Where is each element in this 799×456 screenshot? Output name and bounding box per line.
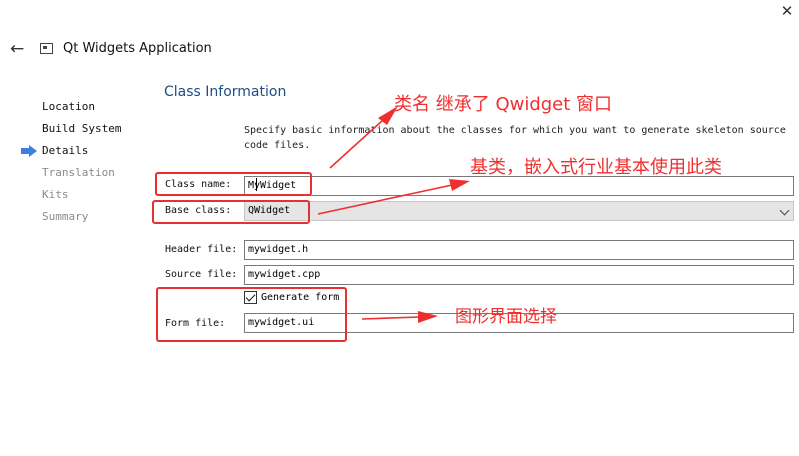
annotation-arrows xyxy=(317,106,470,323)
base-note-arrow xyxy=(317,184,453,215)
form-file-annotation: 图形界面选择 xyxy=(455,307,557,327)
base-class-annotation: 基类，嵌入式行业基本使用此类 xyxy=(470,157,722,178)
form-note-arrow xyxy=(361,316,421,320)
class-note-arrow xyxy=(329,119,384,169)
class-name-annotation: 类名 继承了 Qwidget 窗口 xyxy=(394,94,613,115)
